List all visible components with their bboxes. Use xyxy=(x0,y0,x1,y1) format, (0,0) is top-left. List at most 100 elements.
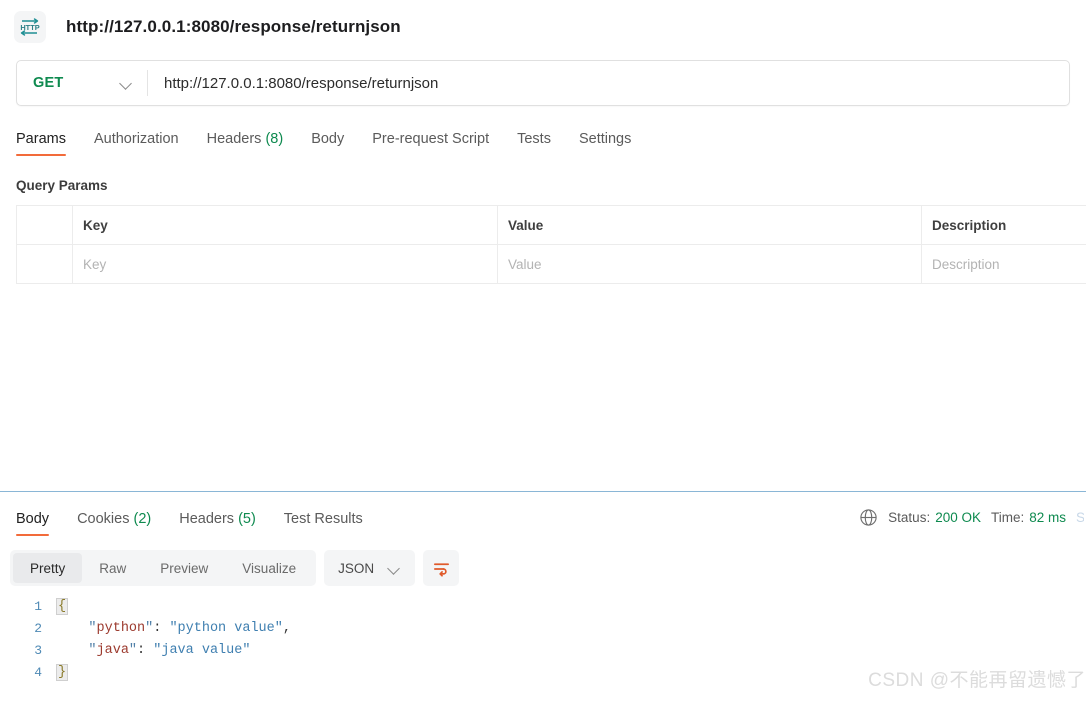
header-cell-description: Description xyxy=(932,217,1007,233)
header-cell-value: Value xyxy=(498,206,922,244)
chevron-down-icon xyxy=(388,562,401,575)
header-cell-key: Key xyxy=(73,206,498,244)
view-raw-label: Raw xyxy=(99,560,127,576)
json-key: python xyxy=(96,621,146,636)
json-string-quote-close: " xyxy=(274,621,283,636)
tab-headers-count: (8) xyxy=(265,131,284,147)
word-wrap-button[interactable] xyxy=(423,550,460,586)
response-view-toggle: Pretty Raw Preview Visualize xyxy=(10,550,317,586)
table-row[interactable]: Key Value Description xyxy=(17,245,1086,284)
word-wrap-icon xyxy=(433,562,449,577)
size-label-partial: S xyxy=(1076,510,1084,525)
json-value: python value xyxy=(177,621,275,636)
tab-pre-request-script-label: Pre-request Script xyxy=(372,131,490,147)
chevron-down-icon xyxy=(120,77,133,90)
view-pretty-button[interactable]: Pretty xyxy=(13,553,83,583)
request-url-bar: GET xyxy=(16,60,1070,106)
line-number: 4 xyxy=(34,665,42,680)
response-tab-test-results[interactable]: Test Results xyxy=(270,511,377,536)
row-checkbox-cell[interactable] xyxy=(17,245,73,283)
brace-close: } xyxy=(56,664,69,681)
view-preview-button[interactable]: Preview xyxy=(143,553,225,583)
page-title: http://127.0.0.1:8080/response/returnjso… xyxy=(66,17,401,36)
tab-params-label: Params xyxy=(16,131,66,147)
http-glyph: HTTP xyxy=(20,18,40,36)
response-tab-headers-label: Headers xyxy=(179,511,235,527)
tab-tests[interactable]: Tests xyxy=(503,131,565,156)
request-tabs: Params Authorization Headers (8) Body Pr… xyxy=(0,120,1086,156)
key-quote-close: " xyxy=(128,643,138,658)
tab-tests-label: Tests xyxy=(517,131,551,147)
header-cell-checkbox xyxy=(17,206,73,244)
brace-open: { xyxy=(56,598,69,615)
view-raw-button[interactable]: Raw xyxy=(82,553,143,583)
http-icon: HTTP xyxy=(14,11,46,43)
colon: : xyxy=(137,643,154,658)
json-string-quote-close: " xyxy=(242,643,251,658)
code-line-text: { xyxy=(56,596,69,618)
comma: , xyxy=(282,621,291,636)
colon: : xyxy=(153,621,170,636)
view-visualize-button[interactable]: Visualize xyxy=(225,553,313,583)
svg-text:HTTP: HTTP xyxy=(20,23,39,32)
watermark: CSDN @不能再留遗憾了 xyxy=(868,670,1086,691)
response-tab-cookies-count: (2) xyxy=(133,511,152,527)
code-line-text: "java": "java value" xyxy=(56,640,250,662)
view-visualize-label: Visualize xyxy=(242,560,297,576)
json-value: java value xyxy=(161,643,243,658)
http-method-label: GET xyxy=(33,75,64,91)
tab-headers[interactable]: Headers (8) xyxy=(193,131,298,156)
tab-settings-label: Settings xyxy=(578,131,632,147)
tab-params[interactable]: Params xyxy=(16,131,80,156)
response-pane-divider[interactable] xyxy=(0,491,1086,492)
status-label: Status: xyxy=(888,510,931,525)
time-value: 82 ms xyxy=(1029,510,1066,525)
response-tabs: Body Cookies (2) Headers (5) Test Result… xyxy=(0,500,393,536)
response-toolbar: Pretty Raw Preview Visualize JSON xyxy=(10,550,460,586)
row-key-input[interactable]: Key xyxy=(73,245,498,283)
tab-body-label: Body xyxy=(311,131,345,147)
code-line-text: "python": "python value", xyxy=(56,618,291,640)
response-tab-cookies-label: Cookies xyxy=(77,511,130,527)
key-quote-open: " xyxy=(88,643,97,658)
response-tab-body[interactable]: Body xyxy=(16,511,63,536)
code-line: 2 "python": "python value", xyxy=(0,618,1086,640)
globe-icon[interactable] xyxy=(859,508,878,527)
tab-authorization[interactable]: Authorization xyxy=(80,131,193,156)
code-line: 3 "java": "java value" xyxy=(0,640,1086,662)
response-tab-headers-count: (5) xyxy=(238,511,256,527)
tab-authorization-label: Authorization xyxy=(93,131,179,147)
title-bar: HTTP http://127.0.0.1:8080/response/retu… xyxy=(0,0,1086,54)
response-format-select[interactable]: JSON xyxy=(324,550,416,586)
json-string-quote-open: " xyxy=(169,621,178,636)
query-params-title: Query Params xyxy=(16,178,108,193)
tab-settings[interactable]: Settings xyxy=(565,131,645,156)
row-description-input[interactable]: Description xyxy=(922,245,1086,283)
response-tab-headers[interactable]: Headers (5) xyxy=(165,511,270,536)
response-tab-cookies[interactable]: Cookies (2) xyxy=(63,511,165,536)
key-quote-open: " xyxy=(88,621,97,636)
response-tab-body-label: Body xyxy=(16,511,50,527)
status-badge: 200 OK xyxy=(935,510,981,525)
view-preview-label: Preview xyxy=(160,560,209,576)
response-tab-test-results-label: Test Results xyxy=(283,511,363,527)
line-number: 2 xyxy=(34,621,42,636)
response-format-label: JSON xyxy=(338,560,375,576)
query-params-table: Key Value Description Key Value Descript… xyxy=(16,205,1086,284)
tab-pre-request-script[interactable]: Pre-request Script xyxy=(358,131,503,156)
url-input[interactable] xyxy=(148,61,1069,105)
code-line-text: } xyxy=(56,662,69,684)
time-label: Time: xyxy=(990,510,1025,525)
request-url-bar-wrap: GET xyxy=(0,54,1086,106)
tab-headers-label: Headers xyxy=(206,131,262,147)
row-value-input[interactable]: Value xyxy=(498,245,922,283)
table-header-row: Key Value Description xyxy=(17,206,1086,245)
view-pretty-label: Pretty xyxy=(30,560,66,576)
line-number: 3 xyxy=(34,643,42,658)
code-line: 1 { xyxy=(0,596,1086,618)
tab-body[interactable]: Body xyxy=(297,131,358,156)
http-method-select[interactable]: GET xyxy=(17,61,147,105)
json-key: java xyxy=(96,643,129,658)
